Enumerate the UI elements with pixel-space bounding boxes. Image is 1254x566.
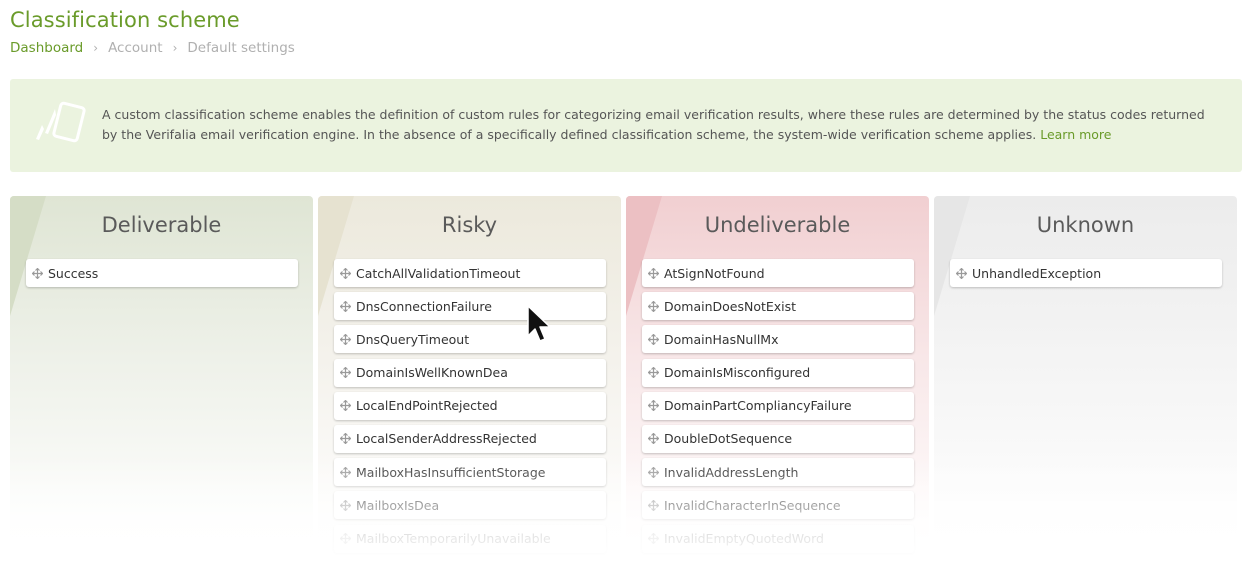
status-code-item[interactable]: InvalidCharacterInSequence — [642, 491, 914, 520]
status-code-label: DomainIsMisconfigured — [664, 365, 811, 381]
breadcrumb-default-settings: Default settings — [187, 40, 295, 56]
status-code-item[interactable]: MailboxTemporarilyUnavailable — [334, 524, 606, 553]
drag-handle-icon[interactable] — [340, 300, 351, 312]
status-code-label: AtSignNotFound — [664, 265, 765, 281]
breadcrumb: Dashboard › Account › Default settings — [10, 40, 295, 56]
column-deliverable[interactable]: Deliverable Success — [10, 196, 313, 556]
drag-handle-icon[interactable] — [340, 333, 351, 345]
status-code-label: DnsConnectionFailure — [356, 298, 492, 314]
status-code-item[interactable]: DomainHasNullMx — [642, 325, 914, 354]
status-code-item[interactable]: DomainIsMisconfigured — [642, 358, 914, 387]
status-code-item[interactable]: DoubleDotSequence — [642, 424, 914, 453]
drag-handle-icon[interactable] — [648, 466, 659, 478]
status-code-label: InvalidEmptyQuotedWord — [664, 531, 824, 546]
status-code-label: DnsQueryTimeout — [356, 331, 470, 347]
drag-handle-icon[interactable] — [648, 300, 659, 312]
drag-handle-icon[interactable] — [340, 267, 351, 279]
drag-handle-icon[interactable] — [648, 400, 659, 412]
status-code-item[interactable]: CatchAllValidationTimeout — [334, 259, 606, 287]
page-title: Classification scheme — [10, 8, 240, 32]
drag-handle-icon[interactable] — [340, 367, 351, 379]
column-title: Undeliverable — [704, 213, 851, 237]
status-code-item[interactable]: MailboxHasInsufficientStorage — [334, 458, 606, 487]
column-title: Deliverable — [101, 213, 222, 237]
drag-handle-icon[interactable] — [648, 333, 659, 345]
breadcrumb-separator-icon: › — [172, 41, 178, 55]
item-list: CatchAllValidationTimeout DnsConnectionFa… — [334, 259, 606, 556]
status-code-item[interactable]: Success — [26, 259, 298, 287]
classification-columns: Deliverable Success Risky CatchAllValida… — [10, 196, 1242, 566]
status-code-label: DoubleDotSequence — [664, 431, 793, 447]
status-code-label: DomainHasNullMx — [664, 331, 779, 347]
learn-more-link[interactable]: Learn more — [1040, 127, 1111, 142]
status-code-label: InvalidAddressLength — [664, 464, 799, 480]
status-code-item[interactable]: UnhandledException — [950, 259, 1222, 287]
status-code-label: CatchAllValidationTimeout — [356, 265, 521, 281]
status-code-item[interactable]: DomainDoesNotExist — [642, 292, 914, 321]
drag-handle-icon[interactable] — [32, 267, 43, 279]
mouse-pointer-icon — [527, 305, 551, 342]
info-box: A custom classification scheme enables t… — [10, 79, 1242, 172]
status-code-item[interactable]: DnsQueryTimeout — [334, 325, 606, 354]
status-code-item[interactable]: InvalidEmptyQuotedWord — [642, 524, 914, 553]
drag-handle-icon[interactable] — [340, 433, 351, 445]
status-code-label: UnhandledException — [972, 265, 1102, 281]
column-title: Risky — [441, 213, 498, 237]
status-code-label: DomainPartCompliancyFailure — [664, 398, 852, 414]
status-code-item[interactable]: LocalEndPointRejected — [334, 391, 606, 420]
status-code-label: LocalEndPointRejected — [356, 398, 498, 414]
status-code-item[interactable]: LocalSenderAddressRejected — [334, 424, 606, 453]
status-code-label: DomainIsWellKnownDea — [356, 365, 508, 381]
status-code-label: DomainDoesNotExist — [664, 298, 797, 314]
status-code-item[interactable]: AtSignNotFound — [642, 259, 914, 287]
drag-handle-icon[interactable] — [648, 499, 659, 511]
status-code-label: MailboxHasInsufficientStorage — [356, 464, 546, 480]
drag-handle-icon[interactable] — [648, 267, 659, 279]
status-code-item[interactable]: DnsConnectionFailure — [334, 292, 606, 321]
status-code-label: Success — [48, 265, 99, 281]
item-list: AtSignNotFound DomainDoesNotExist DomainHa… — [642, 259, 914, 556]
breadcrumb-dashboard[interactable]: Dashboard — [10, 40, 83, 56]
status-code-item[interactable]: DomainPartCompliancyFailure — [642, 391, 914, 420]
drag-handle-icon[interactable] — [340, 400, 351, 412]
drag-handle-icon[interactable] — [340, 533, 351, 544]
item-list: Success — [26, 259, 298, 292]
item-list: UnhandledException — [950, 259, 1222, 292]
drag-handle-icon[interactable] — [956, 267, 967, 279]
status-code-label: MailboxIsDea — [356, 497, 440, 513]
breadcrumb-separator-icon: › — [93, 41, 99, 55]
status-code-label: LocalSenderAddressRejected — [356, 431, 537, 447]
drag-handle-icon[interactable] — [648, 533, 659, 544]
column-undeliverable[interactable]: Undeliverable AtSignNotFound DomainDoesNo… — [626, 196, 929, 556]
breadcrumb-account[interactable]: Account — [108, 40, 163, 56]
drag-handle-icon[interactable] — [648, 367, 659, 379]
drag-handle-icon[interactable] — [648, 433, 659, 445]
info-text: A custom classification scheme enables t… — [102, 105, 1212, 144]
status-code-item[interactable]: InvalidAddressLength — [642, 458, 914, 487]
status-code-label: MailboxTemporarilyUnavailable — [356, 531, 551, 546]
column-unknown[interactable]: Unknown UnhandledException — [934, 196, 1237, 556]
drag-handle-icon[interactable] — [340, 499, 351, 511]
cards-icon — [36, 101, 86, 143]
status-code-item[interactable]: MailboxIsDea — [334, 491, 606, 520]
drag-handle-icon[interactable] — [340, 466, 351, 478]
column-risky[interactable]: Risky CatchAllValidationTimeout DnsConnec… — [318, 196, 621, 556]
status-code-label: InvalidCharacterInSequence — [664, 497, 841, 513]
status-code-item[interactable]: DomainIsWellKnownDea — [334, 358, 606, 387]
column-title: Unknown — [1036, 213, 1135, 237]
